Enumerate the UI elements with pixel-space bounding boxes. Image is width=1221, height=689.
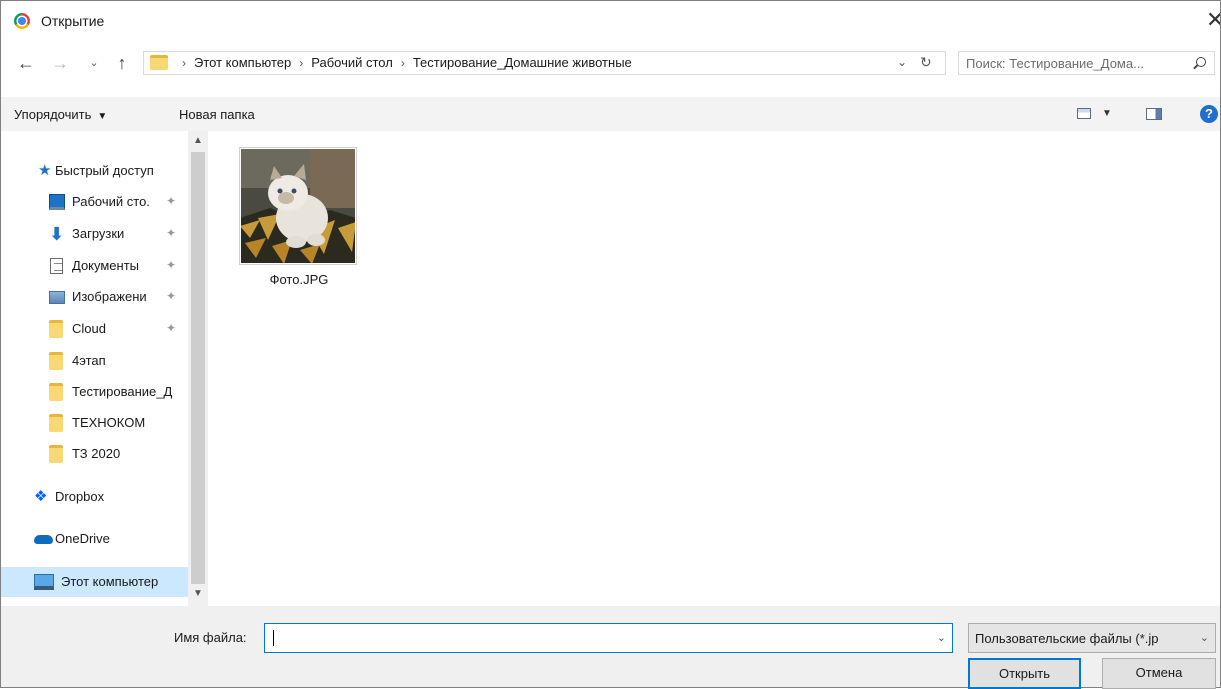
sidebar-item-technokom[interactable]: ТЕХНОКОМ	[1, 411, 189, 435]
folder-icon	[49, 414, 63, 432]
sidebar-item-label: 4этап	[72, 353, 106, 368]
file-list: Фото.JPG	[208, 131, 1220, 606]
pictures-icon	[49, 291, 65, 304]
file-name: Фото.JPG	[269, 272, 329, 287]
sidebar-item-this-pc[interactable]: Этот компьютер	[1, 567, 189, 597]
sidebar-item-onedrive[interactable]: OneDrive	[1, 527, 189, 551]
sidebar-item-label: Cloud	[72, 321, 106, 336]
sidebar-item-label: Быстрый доступ	[55, 163, 154, 178]
sidebar-item-downloads[interactable]: ⬇ Загрузки ✦	[1, 222, 189, 246]
organize-label: Упорядочить	[14, 107, 92, 122]
sidebar-scrollbar[interactable]: ▲ ▼	[188, 131, 208, 606]
refresh-button[interactable]: ↻	[920, 54, 932, 71]
sidebar-item-pictures[interactable]: Изображени ✦	[1, 285, 189, 309]
breadcrumb-item[interactable]: Этот компьютер	[194, 55, 291, 70]
filename-combobox[interactable]: ⌄	[264, 623, 953, 653]
close-button[interactable]: ✕	[1206, 7, 1220, 35]
dropbox-icon: ❖	[34, 488, 48, 505]
sidebar-item-quick-access[interactable]: ★ Быстрый доступ	[1, 159, 189, 183]
breadcrumb-item[interactable]: Тестирование_Домашние животные	[413, 55, 632, 70]
address-row: ← → ⌄ ↑ › Этот компьютер › Рабочий стол › Тес…	[1, 45, 1220, 81]
command-toolbar: Упорядочить ▼ Новая папка ▼ ?	[1, 97, 1220, 131]
sidebar-item-label: Изображени	[72, 289, 147, 304]
filename-dropdown-button[interactable]: ⌄	[937, 631, 946, 644]
folder-icon	[49, 445, 63, 463]
document-icon	[50, 258, 63, 274]
address-bar[interactable]: › Этот компьютер › Рабочий стол › Тестировани…	[143, 51, 946, 75]
image-thumbnail	[239, 147, 357, 265]
sidebar-item-label: ТЗ 2020	[72, 446, 121, 461]
sidebar-item-desktop[interactable]: Рабочий сто. ✦	[1, 190, 189, 214]
cancel-button[interactable]: Отмена	[1102, 658, 1216, 689]
open-file-dialog: Открытие ✕ ← → ⌄ ↑ › Этот компьютер › Рабоч…	[0, 0, 1221, 689]
pin-icon[interactable]: ✦	[166, 321, 176, 335]
help-icon[interactable]: ?	[1200, 105, 1218, 123]
sidebar-item-dropbox[interactable]: ❖ Dropbox	[1, 485, 189, 509]
scroll-down-button[interactable]: ▼	[188, 588, 208, 604]
breadcrumb-item[interactable]: Рабочий стол	[311, 55, 393, 70]
dialog-footer: Имя файла: ⌄ Пользовательские файлы (*.j…	[1, 606, 1220, 689]
breadcrumb-separator: ›	[400, 56, 405, 70]
preview-pane-icon[interactable]	[1146, 108, 1162, 120]
scroll-up-button[interactable]: ▲	[188, 135, 208, 151]
new-folder-button[interactable]: Новая папка	[179, 107, 255, 122]
folder-icon	[49, 383, 63, 401]
pin-icon[interactable]: ✦	[166, 194, 176, 208]
computer-icon	[34, 574, 54, 590]
scroll-thumb[interactable]	[191, 152, 205, 584]
sidebar-item-label: Тестирование_Д	[72, 384, 173, 399]
sidebar-item-4etap[interactable]: 4этап	[1, 349, 189, 373]
folder-icon	[150, 55, 168, 70]
window-title: Открытие	[41, 13, 105, 29]
sidebar-item-label: Этот компьютер	[61, 574, 159, 589]
pin-icon[interactable]: ✦	[166, 258, 176, 272]
folder-icon	[49, 320, 63, 338]
sidebar-item-label: OneDrive	[55, 531, 110, 546]
filename-label: Имя файла:	[174, 630, 247, 645]
folder-icon	[49, 352, 63, 370]
change-view-icon[interactable]	[1077, 108, 1091, 119]
search-input[interactable]	[959, 52, 1201, 74]
breadcrumb-separator: ›	[182, 56, 186, 70]
sidebar-item-documents[interactable]: Документы ✦	[1, 254, 189, 278]
sidebar-item-tz2020[interactable]: ТЗ 2020	[1, 442, 189, 466]
sidebar-item-label: Загрузки	[72, 226, 125, 241]
file-item[interactable]: Фото.JPG	[233, 145, 365, 295]
pin-icon[interactable]: ✦	[166, 226, 176, 240]
filetype-select[interactable]: Пользовательские файлы (*.jp ⌄	[968, 623, 1216, 653]
sidebar-item-label: Документы	[72, 258, 140, 273]
up-button[interactable]: ↑	[111, 51, 133, 75]
chrome-app-icon	[14, 13, 30, 29]
pin-icon[interactable]: ✦	[166, 289, 176, 303]
kitten-photo	[240, 148, 356, 264]
view-options-caret[interactable]: ▼	[1102, 108, 1112, 119]
desktop-icon	[49, 194, 65, 210]
search-box[interactable]	[958, 51, 1215, 75]
text-cursor	[273, 630, 274, 646]
open-button[interactable]: Открыть	[968, 658, 1081, 689]
filename-input[interactable]	[265, 624, 941, 652]
onedrive-icon	[34, 535, 53, 544]
navigation-pane: ★ Быстрый доступ Рабочий сто. ✦ ⬇ Загруз…	[1, 131, 208, 606]
sidebar-item-testing[interactable]: Тестирование_Д	[1, 380, 189, 404]
forward-button[interactable]: →	[49, 51, 71, 75]
star-icon: ★	[38, 162, 52, 179]
download-icon: ⬇	[49, 224, 65, 244]
filetype-value: Пользовательские файлы (*.jp	[975, 631, 1159, 646]
sidebar-item-label: Рабочий сто.	[72, 194, 150, 209]
search-icon[interactable]	[1196, 57, 1206, 67]
sidebar-item-label: Dropbox	[55, 489, 105, 504]
chevron-down-icon[interactable]: ⌄	[1200, 631, 1209, 644]
breadcrumb: › Этот компьютер › Рабочий стол › Тестировани…	[174, 55, 632, 70]
title-bar: Открытие ✕	[1, 1, 1220, 41]
back-button[interactable]: ←	[15, 51, 37, 75]
sidebar-item-label: ТЕХНОКОМ	[72, 415, 146, 430]
chevron-down-icon: ▼	[97, 111, 108, 122]
breadcrumb-separator: ›	[299, 56, 304, 70]
recent-locations-button[interactable]: ⌄	[87, 51, 101, 75]
sidebar-item-cloud[interactable]: Cloud ✦	[1, 317, 189, 341]
organize-button[interactable]: Упорядочить ▼	[14, 107, 107, 122]
address-dropdown-button[interactable]: ⌄	[897, 55, 907, 69]
